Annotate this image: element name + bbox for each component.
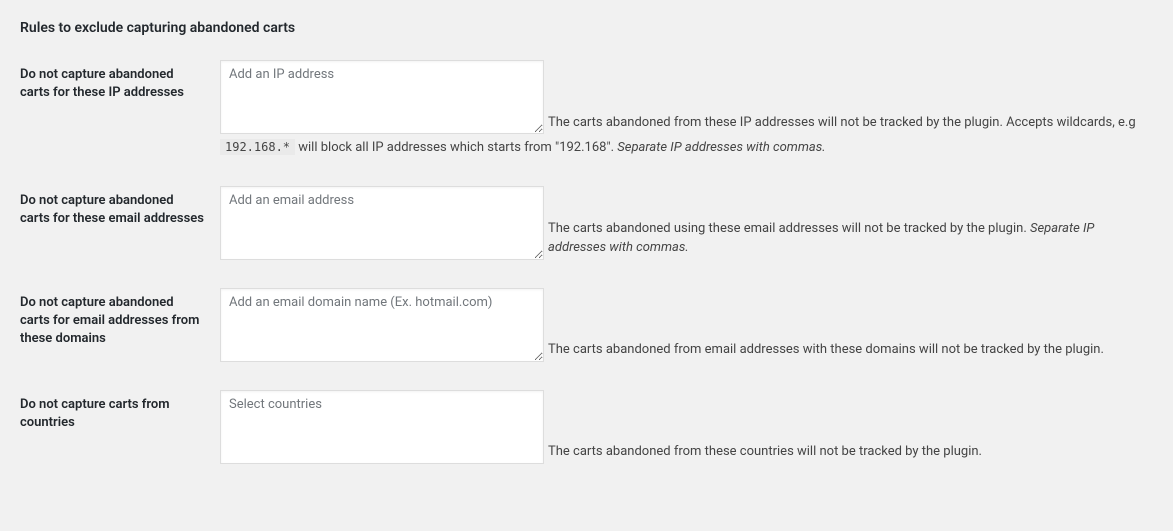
- ip-wildcard-code: 192.168.*: [220, 139, 295, 155]
- label-exclude-country: Do not capture carts from countries: [20, 390, 220, 432]
- exclude-email-desc-inline: The carts abandoned using these email ad…: [548, 219, 1153, 260]
- exclude-domain-desc: The carts abandoned from email addresses…: [548, 340, 1153, 362]
- section-title: Rules to exclude capturing abandoned car…: [20, 20, 1153, 36]
- exclude-ip-input[interactable]: [220, 60, 544, 134]
- exclude-domain-input[interactable]: [220, 288, 544, 362]
- row-exclude-email: Do not capture abandoned carts for these…: [20, 186, 1153, 260]
- exclude-email-input[interactable]: [220, 186, 544, 260]
- label-exclude-domain: Do not capture abandoned carts for email…: [20, 288, 220, 349]
- row-exclude-country: Do not capture carts from countries Sele…: [20, 390, 1153, 464]
- row-exclude-ip: Do not capture abandoned carts for these…: [20, 60, 1153, 158]
- exclude-country-select[interactable]: Select countries: [220, 390, 544, 464]
- row-exclude-domain: Do not capture abandoned carts for email…: [20, 288, 1153, 362]
- exclude-ip-desc: 192.168.* will block all IP addresses wh…: [220, 138, 1153, 158]
- exclude-country-desc: The carts abandoned from these countries…: [548, 442, 1153, 464]
- exclude-country-placeholder: Select countries: [229, 397, 322, 412]
- label-exclude-email: Do not capture abandoned carts for these…: [20, 186, 220, 228]
- label-exclude-ip: Do not capture abandoned carts for these…: [20, 60, 220, 102]
- exclude-ip-desc-inline: The carts abandoned from these IP addres…: [548, 113, 1153, 135]
